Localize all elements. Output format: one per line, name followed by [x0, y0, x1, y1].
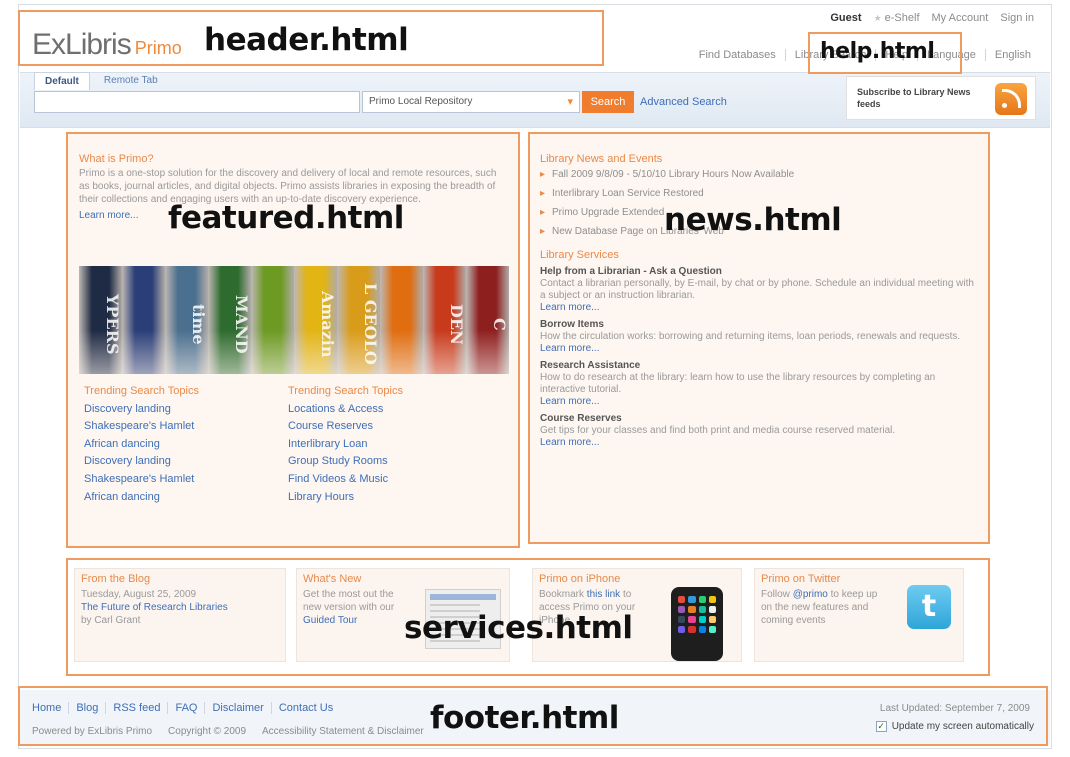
zone-label-header: header.html	[204, 22, 409, 58]
zone-label-news: news.html	[664, 202, 842, 238]
user-bar: Guest e-Shelf My Account Sign in	[830, 12, 1034, 24]
zone-label-services: services.html	[404, 610, 633, 646]
scope-select[interactable]: Primo Local Repository	[362, 91, 580, 113]
advanced-search-link[interactable]: Advanced Search	[640, 96, 727, 108]
zone-label-footer: footer.html	[430, 700, 619, 736]
guest-label: Guest	[830, 12, 862, 24]
rss-text: Subscribe to Library News feeds	[857, 87, 971, 109]
zone-news	[528, 132, 990, 544]
tab-default[interactable]: Default	[34, 72, 90, 90]
sign-in-link[interactable]: Sign in	[1000, 12, 1034, 24]
search-button[interactable]: Search	[582, 91, 634, 113]
scope-value: Primo Local Repository	[369, 96, 473, 107]
tab-remote[interactable]: Remote Tab	[94, 72, 168, 90]
zone-featured	[66, 132, 520, 548]
rss-subscribe-box[interactable]: Subscribe to Library News feeds	[846, 76, 1036, 120]
my-account-link[interactable]: My Account	[932, 12, 989, 24]
search-tabs: Default Remote Tab	[34, 72, 168, 90]
eshelf-link[interactable]: e-Shelf	[874, 12, 920, 24]
search-input[interactable]	[34, 91, 360, 113]
nav-english[interactable]: English	[984, 49, 1040, 61]
nav-find-databases[interactable]: Find Databases	[690, 49, 785, 61]
zone-label-featured: featured.html	[168, 200, 404, 236]
zone-label-help: help.html	[820, 39, 935, 64]
rss-icon[interactable]	[995, 83, 1027, 115]
